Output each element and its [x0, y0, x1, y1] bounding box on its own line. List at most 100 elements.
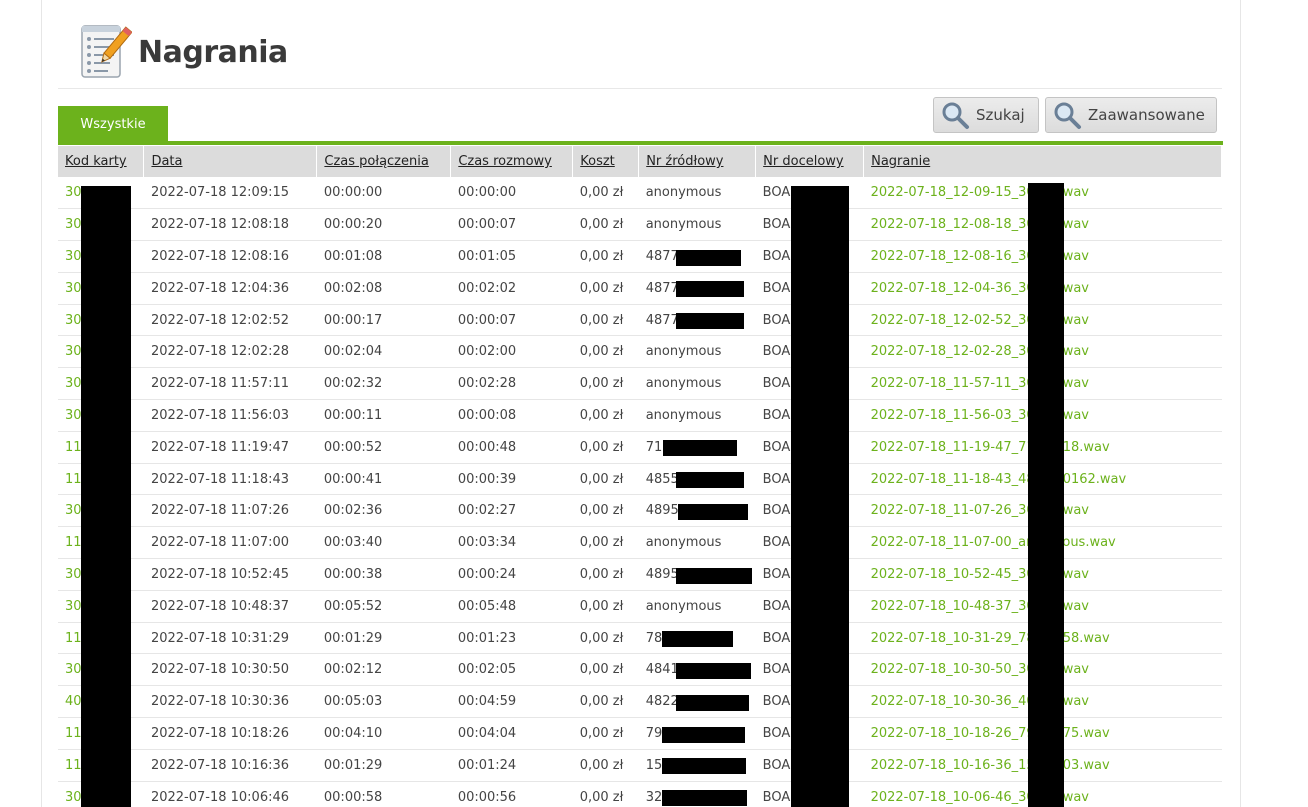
- recording-name-end: wav: [1062, 280, 1089, 296]
- column-header-czas-polaczenia[interactable]: Czas połączenia: [316, 146, 452, 177]
- recording-name-start: 2022-07-18_12-04-36_30: [870, 280, 1035, 296]
- source-number-cell: anonymous: [638, 177, 756, 210]
- search-button-label: Szukaj: [976, 106, 1025, 124]
- recording-name-end: ous.wav: [1062, 535, 1116, 551]
- talk-time-cell: 00:00:07: [450, 304, 573, 337]
- recording-name-end: wav: [1062, 185, 1089, 201]
- redaction-bar: [662, 631, 733, 647]
- date-cell: 2022-07-18 10:06:46: [143, 781, 317, 807]
- cost-cell: 0,00 zł: [572, 367, 639, 401]
- column-header-nagranie[interactable]: Nagranie: [863, 146, 1222, 177]
- cost-cell: 0,00 zł: [572, 208, 639, 242]
- recording-name-start: 2022-07-18_10-30-36_40: [870, 694, 1035, 710]
- connection-time-cell: 00:05:03: [316, 685, 451, 719]
- talk-time-cell: 00:02:00: [450, 335, 573, 369]
- talk-time-cell: 00:03:34: [450, 526, 573, 560]
- header-divider: [58, 88, 1222, 89]
- column-header-nr-docelowy[interactable]: Nr docelowy: [755, 146, 865, 177]
- redaction-bar: [676, 313, 744, 329]
- page-title: Nagrania: [138, 34, 288, 70]
- cost-cell: 0,00 zł: [572, 526, 639, 560]
- recording-name-end: 0162.wav: [1062, 471, 1127, 487]
- advanced-search-button-label: Zaawansowane: [1088, 106, 1205, 124]
- search-button[interactable]: Szukaj: [933, 97, 1039, 133]
- source-number-cell: anonymous: [638, 335, 756, 369]
- talk-time-cell: 00:02:05: [450, 653, 573, 687]
- connection-time-cell: 00:00:17: [316, 304, 451, 337]
- recording-name-start: 2022-07-18_11-07-00_an: [870, 535, 1035, 551]
- connection-time-cell: 00:00:11: [316, 399, 451, 432]
- talk-time-cell: 00:00:56: [450, 781, 573, 807]
- connection-time-cell: 00:05:52: [316, 590, 451, 623]
- date-cell: 2022-07-18 10:18:26: [143, 717, 317, 750]
- column-header-nr-zrodlowy[interactable]: Nr źródłowy: [638, 146, 757, 177]
- column-header-data[interactable]: Data: [143, 146, 318, 177]
- table-header-row: Kod karty Data Czas połączenia Czas rozm…: [58, 146, 1222, 177]
- redaction-bar: [81, 186, 131, 807]
- magnifier-icon: [940, 100, 970, 130]
- recording-name-end: wav: [1062, 789, 1089, 805]
- talk-time-cell: 00:00:39: [450, 463, 573, 496]
- date-cell: 2022-07-18 12:09:15: [143, 177, 317, 210]
- redaction-bar: [676, 568, 752, 584]
- date-cell: 2022-07-18 10:48:37: [143, 590, 317, 623]
- talk-time-cell: 00:01:23: [450, 622, 573, 655]
- recording-name-start: 2022-07-18_12-02-28_30: [870, 344, 1035, 360]
- recording-name-end: wav: [1062, 376, 1089, 392]
- recording-name-end: wav: [1062, 344, 1089, 360]
- recording-name-end: 03.wav: [1062, 757, 1110, 773]
- source-number-cell: anonymous: [638, 208, 756, 242]
- cost-cell: 0,00 zł: [572, 558, 639, 591]
- advanced-search-button[interactable]: Zaawansowane: [1045, 97, 1217, 133]
- magnifier-icon: [1052, 100, 1082, 130]
- column-header-koszt[interactable]: Koszt: [572, 146, 640, 177]
- recording-link[interactable]: 2022-07-18_10-18-26_79 75.wav: [871, 726, 1110, 741]
- recording-name-start: 2022-07-18_10-30-50_30: [870, 662, 1035, 678]
- recording-name-start: 2022-07-18_11-19-47_71: [870, 439, 1035, 455]
- connection-time-cell: 00:01:29: [316, 622, 451, 655]
- recording-name-start: 2022-07-18_10-16-36_15: [870, 757, 1035, 773]
- cost-cell: 0,00 zł: [572, 685, 639, 719]
- talk-time-cell: 00:02:02: [450, 272, 573, 305]
- date-cell: 2022-07-18 11:07:26: [143, 494, 317, 528]
- talk-time-cell: 00:00:07: [450, 208, 573, 242]
- page-header: Nagrania: [78, 22, 288, 82]
- talk-time-cell: 00:01:24: [450, 749, 573, 782]
- column-header-czas-rozmowy[interactable]: Czas rozmowy: [450, 146, 574, 177]
- recording-name-start: 2022-07-18_12-08-18_30: [870, 217, 1035, 233]
- connection-time-cell: 00:01:08: [316, 240, 451, 273]
- recording-link[interactable]: 2022-07-18_10-31-29_78 58.wav: [871, 631, 1110, 646]
- recording-name-start: 2022-07-18_12-09-15_30: [870, 185, 1035, 201]
- date-cell: 2022-07-18 10:30:36: [143, 685, 317, 719]
- talk-time-cell: 00:04:59: [450, 685, 573, 719]
- recording-link[interactable]: 2022-07-18_11-18-43_48 0162.wav: [871, 472, 1127, 487]
- talk-time-cell: 00:00:48: [450, 431, 573, 464]
- column-header-kod-karty[interactable]: Kod karty: [58, 146, 145, 177]
- connection-time-cell: 00:04:10: [316, 717, 451, 750]
- recording-name-end: 58.wav: [1062, 630, 1110, 646]
- cost-cell: 0,00 zł: [572, 781, 639, 807]
- tab-wszystkie[interactable]: Wszystkie: [58, 106, 168, 142]
- connection-time-cell: 00:02:36: [316, 494, 451, 528]
- redaction-bar: [662, 727, 745, 743]
- date-cell: 2022-07-18 12:02:52: [143, 304, 317, 337]
- recording-name-end: wav: [1062, 248, 1089, 264]
- talk-time-cell: 00:00:24: [450, 558, 573, 591]
- cost-cell: 0,00 zł: [572, 590, 639, 623]
- redaction-bar: [676, 695, 749, 711]
- redaction-bar: [1028, 183, 1064, 807]
- talk-time-cell: 00:02:27: [450, 494, 573, 528]
- recording-link[interactable]: 2022-07-18_11-07-00_an ous.wav: [871, 535, 1116, 550]
- recording-name-start: 2022-07-18_10-48-37_30: [870, 598, 1035, 614]
- redaction-bar: [791, 186, 849, 807]
- source-number-cell: anonymous: [638, 590, 756, 623]
- tab-bar-underline: [58, 141, 1223, 145]
- date-cell: 2022-07-18 10:16:36: [143, 749, 317, 782]
- recording-name-end: wav: [1062, 566, 1089, 582]
- recording-link[interactable]: 2022-07-18_11-19-47_71 18.wav: [871, 440, 1110, 455]
- date-cell: 2022-07-18 11:56:03: [143, 399, 317, 432]
- redaction-bar: [678, 504, 748, 520]
- connection-time-cell: 00:00:41: [316, 463, 451, 496]
- recording-name-end: wav: [1062, 662, 1089, 678]
- recording-link[interactable]: 2022-07-18_10-16-36_15 03.wav: [871, 758, 1110, 773]
